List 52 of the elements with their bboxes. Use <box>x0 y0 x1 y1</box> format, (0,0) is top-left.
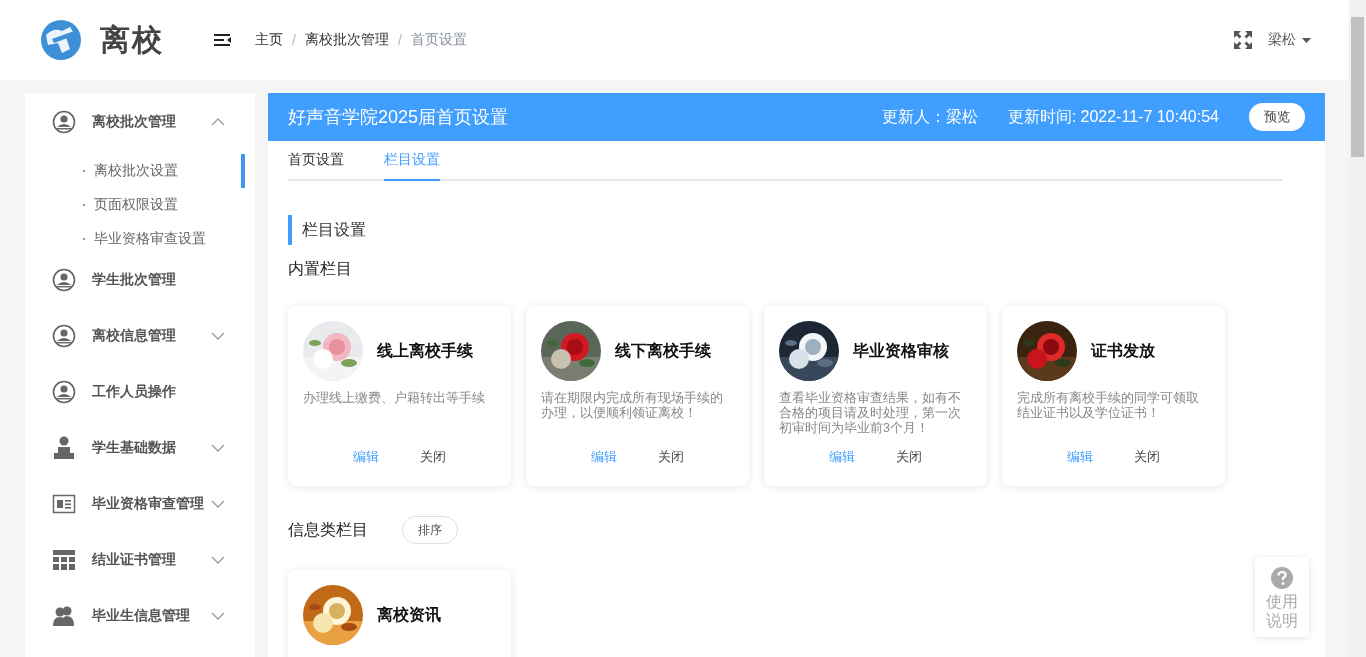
app-title: 离校 <box>100 21 164 58</box>
sidebar-item[interactable]: 结业证书管理 <box>25 536 255 584</box>
sidebar-item[interactable]: 离校批次管理 <box>25 98 255 146</box>
grid-icon <box>52 548 76 572</box>
user-menu[interactable]: 梁松 <box>1268 31 1311 49</box>
user-circle-icon <box>52 268 76 292</box>
breadcrumb-link[interactable]: 主页 <box>255 31 283 49</box>
close-link[interactable]: 关闭 <box>1133 448 1160 466</box>
updater-text: 更新人：梁松 <box>881 106 978 127</box>
card-title: 证书发放 <box>1091 340 1155 361</box>
help-icon <box>1271 567 1293 589</box>
sort-button[interactable]: 排序 <box>402 516 458 544</box>
panel-title: 好声音学院2025届首页设置 <box>288 106 509 129</box>
id-card-icon <box>52 492 76 516</box>
sidebar-item[interactable]: 毕业生信息管理 <box>25 592 255 640</box>
close-link[interactable]: 关闭 <box>657 448 684 466</box>
user-circle-icon <box>52 110 76 134</box>
card-title: 线上离校手续 <box>377 340 473 361</box>
card-description: 完成所有离校手续的同学可领取结业证书以及学位证书！ <box>1017 391 1200 422</box>
section-title: 栏目设置 <box>288 215 1283 245</box>
sidebar-item[interactable]: 毕业资格审查管理 <box>25 480 255 528</box>
card-description: 查看毕业资格审查结果，如有不合格的项目请及时处理，第一次初审时间为毕业前3个月！ <box>779 391 962 437</box>
card-description: 办理线上缴费、户籍转出等手续 <box>303 391 486 407</box>
submenu-item[interactable]: 毕业资格审查设置 <box>25 222 255 256</box>
card-description: 请在期限内完成所有现场手续的办理，以便顺利领证离校！ <box>541 391 724 422</box>
sidebar-item[interactable]: 学生批次管理 <box>25 256 255 304</box>
breadcrumb-separator: / <box>397 32 402 48</box>
submenu-item[interactable]: 页面权限设置 <box>25 188 255 222</box>
close-link[interactable]: 关闭 <box>419 448 446 466</box>
person-icon <box>52 436 76 460</box>
preview-button[interactable]: 预览 <box>1249 103 1305 131</box>
updated-time: 更新时间: 2022-11-7 10:40:54 <box>1007 106 1219 127</box>
caret-icon <box>1302 37 1311 43</box>
group-heading: 内置栏目 <box>288 259 353 279</box>
user-circle-icon <box>52 324 76 348</box>
sidebar-item[interactable]: 学生基础数据 <box>25 424 255 472</box>
menu-icon[interactable] <box>214 33 231 47</box>
sidebar-item[interactable]: 离校信息管理 <box>25 312 255 360</box>
tab[interactable]: 首页设置 <box>288 151 344 181</box>
user-circle-icon <box>52 380 76 404</box>
close-link[interactable]: 关闭 <box>895 448 922 466</box>
card-title: 毕业资格审核 <box>853 340 949 361</box>
breadcrumb-link[interactable]: 离校批次管理 <box>304 31 389 49</box>
card-title: 线下离校手续 <box>615 340 711 361</box>
fullscreen-icon[interactable] <box>1234 31 1252 49</box>
sidebar-item[interactable]: 工作人员操作 <box>25 368 255 416</box>
submenu-item[interactable]: 离校批次设置 <box>25 154 255 188</box>
users-icon <box>52 604 76 628</box>
group-heading: 信息类栏目 <box>288 519 368 540</box>
card-title: 离校资讯 <box>377 604 441 625</box>
scrollbar[interactable] <box>1349 0 1366 657</box>
breadcrumb-separator: / <box>292 32 296 48</box>
